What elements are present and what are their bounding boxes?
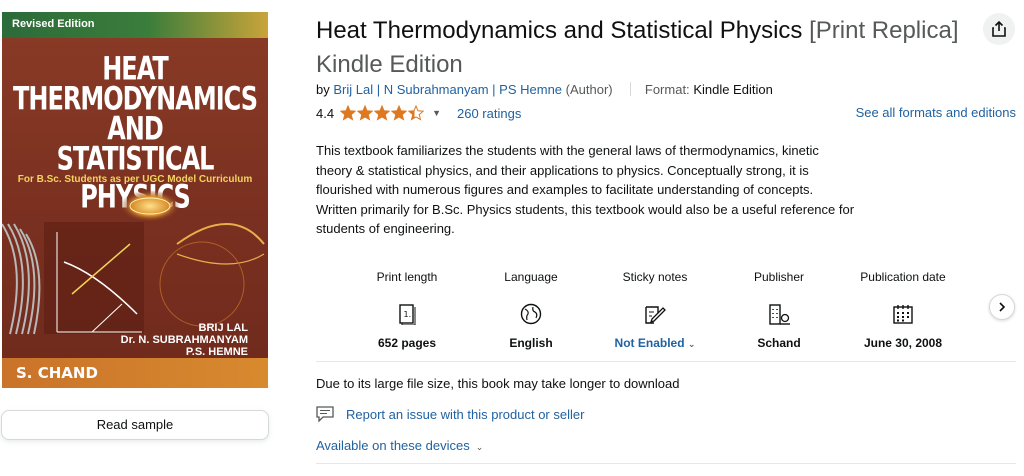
feedback-icon bbox=[316, 406, 334, 422]
detail-publisher[interactable]: Publisher Schand bbox=[724, 270, 834, 350]
detail-label: Publication date bbox=[860, 270, 946, 284]
detail-label: Print length bbox=[376, 270, 438, 284]
globe-icon bbox=[476, 302, 586, 326]
share-button[interactable] bbox=[983, 13, 1015, 45]
cover-author: P.S. HEMNE bbox=[185, 346, 248, 358]
star-icon bbox=[391, 105, 408, 121]
detail-label: Sticky notes bbox=[622, 270, 688, 284]
star-rating[interactable] bbox=[340, 105, 425, 121]
chevron-down-icon[interactable]: ▼ bbox=[432, 108, 441, 118]
detail-value-link[interactable]: Not Enabled ⌄ bbox=[600, 336, 710, 350]
ratings-count-link[interactable]: 260 ratings bbox=[457, 106, 521, 121]
available-devices-label: Available on these devices bbox=[316, 438, 470, 453]
calendar-icon bbox=[848, 302, 958, 326]
author-link[interactable]: PS Hemne bbox=[499, 82, 562, 97]
cover-author: BRIJ LAL bbox=[198, 322, 249, 334]
detail-sticky-notes[interactable]: Sticky notes Not Enabled ⌄ bbox=[600, 270, 710, 350]
product-details-carousel: Print length 1. 652 pages Language Engli… bbox=[316, 262, 1016, 362]
author-role: (Author) bbox=[565, 82, 613, 97]
detail-label: Language bbox=[504, 270, 558, 284]
author-link[interactable]: Brij Lal bbox=[333, 82, 373, 97]
cover-edition: Revised Edition bbox=[12, 18, 95, 30]
byline-divider bbox=[630, 82, 632, 96]
format-label: Format: bbox=[644, 82, 690, 97]
author-separator: | bbox=[376, 82, 381, 97]
detail-print-length[interactable]: Print length 1. 652 pages bbox=[352, 270, 462, 350]
byline: by Brij Lal | N Subrahmanyam | PS Hemne … bbox=[316, 82, 773, 97]
author-separator: | bbox=[492, 82, 496, 97]
sticky-note-icon bbox=[600, 302, 710, 326]
download-size-note: Due to its large file size, this book ma… bbox=[316, 376, 680, 391]
carousel-next-button[interactable] bbox=[989, 294, 1015, 320]
product-title-main: Heat Thermodynamics and Statistical Phys… bbox=[316, 17, 803, 44]
detail-label: Publisher bbox=[753, 270, 805, 284]
star-icon bbox=[374, 105, 391, 121]
chevron-right-icon bbox=[999, 302, 1006, 312]
chevron-down-icon: ⌄ bbox=[475, 442, 484, 452]
section-divider bbox=[316, 463, 1016, 464]
by-label: by bbox=[316, 82, 330, 97]
cover-author: Dr. N. SUBRAHMANYAM bbox=[120, 334, 248, 346]
rating-row: 4.4 ▼ 260 ratings bbox=[316, 105, 521, 121]
detail-publication-date[interactable]: Publication date June 30, 2008 bbox=[848, 270, 958, 350]
book-cover-image[interactable]: Revised Edition HEAT THERMODYNAMICS AND … bbox=[2, 12, 268, 388]
svg-text:1.: 1. bbox=[404, 310, 412, 319]
cover-authors: BRIJ LAL Dr. N. SUBRAHMANYAM P.S. HEMNE bbox=[121, 322, 248, 358]
report-issue-label: Report an issue with this product or sel… bbox=[346, 406, 585, 422]
author-link[interactable]: N Subrahmanyam bbox=[384, 82, 489, 97]
star-icon bbox=[357, 105, 374, 121]
product-description: This textbook familiarizes the students … bbox=[316, 143, 855, 236]
rating-score: 4.4 bbox=[316, 105, 335, 121]
share-icon bbox=[992, 20, 1006, 37]
star-icon bbox=[408, 105, 425, 121]
detail-value: Not Enabled bbox=[614, 336, 685, 350]
format-value: Kindle Edition bbox=[693, 82, 773, 97]
detail-value: June 30, 2008 bbox=[863, 336, 943, 350]
detail-value: English bbox=[509, 336, 553, 350]
building-icon bbox=[724, 302, 834, 326]
detail-language[interactable]: Language English bbox=[476, 270, 586, 350]
read-sample-button[interactable]: Read sample bbox=[1, 410, 269, 440]
cover-artwork bbox=[2, 190, 265, 335]
star-icon bbox=[340, 105, 357, 121]
product-title: Heat Thermodynamics and Statistical Phys… bbox=[316, 14, 976, 82]
detail-value: 652 pages bbox=[377, 336, 437, 350]
see-all-formats-link[interactable]: See all formats and editions bbox=[856, 105, 1016, 120]
detail-value: Schand bbox=[757, 336, 801, 350]
chevron-down-icon: ⌄ bbox=[687, 339, 696, 349]
cover-publisher: S. CHAND bbox=[16, 364, 98, 382]
report-issue-link[interactable]: Report an issue with this product or sel… bbox=[316, 406, 584, 422]
available-devices-toggle[interactable]: Available on these devices ⌄ bbox=[316, 438, 483, 453]
book-pages-icon: 1. bbox=[352, 302, 462, 326]
